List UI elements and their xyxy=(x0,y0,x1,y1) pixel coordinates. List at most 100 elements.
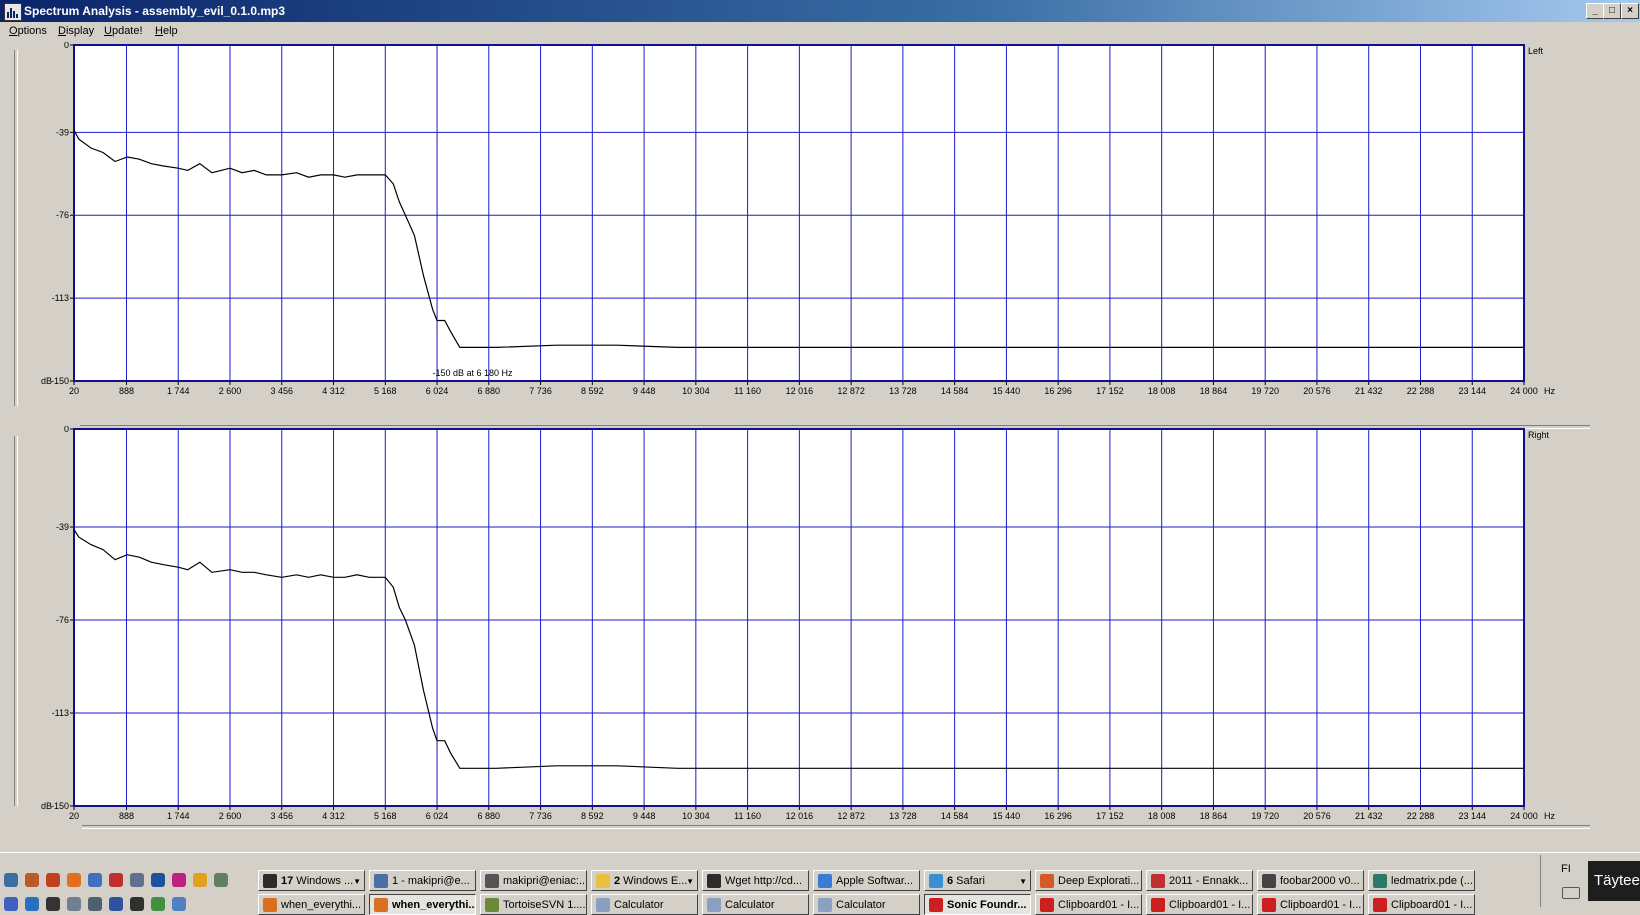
taskbar-button-label: Clipboard01 - I... xyxy=(1058,895,1139,914)
taskbar-button[interactable]: TortoiseSVN 1.... xyxy=(480,894,587,915)
language-indicator[interactable]: FI xyxy=(1561,863,1571,875)
illustrator-icon[interactable] xyxy=(193,873,207,887)
keyboard-icon[interactable] xyxy=(1562,887,1580,899)
rss-icon[interactable] xyxy=(109,873,123,887)
taskbar-button[interactable]: Clipboard01 - I... xyxy=(1035,894,1142,915)
taskbar-button[interactable]: Clipboard01 - I... xyxy=(1146,894,1253,915)
x-tick-label: 6 880 xyxy=(478,811,501,821)
taskbar-button[interactable]: ledmatrix.pde (... xyxy=(1368,870,1475,891)
taskbar-button-text: Apple Softwar... xyxy=(836,875,914,887)
taskbar-button-label: makipri@eniac:... xyxy=(503,871,586,890)
x-tick-label: 20 576 xyxy=(1303,386,1331,396)
x-tick-label: 3 456 xyxy=(270,811,293,821)
show-desktop-button[interactable]: Täytee xyxy=(1588,861,1640,901)
y-tick-label: 0 xyxy=(64,426,69,434)
x-tick-label: 20 xyxy=(69,386,79,396)
taskbar-button[interactable]: makipri@eniac:... xyxy=(480,870,587,891)
x-tick-label: 21 432 xyxy=(1355,386,1383,396)
photoshop-icon[interactable] xyxy=(151,873,165,887)
x-tick-label: 13 728 xyxy=(889,811,917,821)
taskbar-button-label: Calculator xyxy=(614,895,664,914)
taskbar-button[interactable]: when_everythi... xyxy=(258,894,365,915)
y-tick-label: -39 xyxy=(56,127,69,137)
minimize-button[interactable]: _ xyxy=(1586,3,1604,19)
right-channel-scrollbar[interactable] xyxy=(82,825,1590,829)
recycle-icon[interactable] xyxy=(214,873,228,887)
maximize-button[interactable]: □ xyxy=(1603,3,1621,19)
taskbar-button[interactable]: Deep Explorati... xyxy=(1035,870,1142,891)
taskbar-button[interactable]: 2011 - Ennakk... xyxy=(1146,870,1253,891)
x-tick-label: 888 xyxy=(119,811,134,821)
taskbar-button-label: Apple Softwar... xyxy=(836,871,914,890)
taskbar-button[interactable]: Calculator xyxy=(702,894,809,915)
menu-options[interactable]: Options xyxy=(9,25,47,37)
taskbar-button-label: Wget http://cd... xyxy=(725,871,802,890)
channel-label: Left xyxy=(1528,46,1544,56)
app-icon xyxy=(374,874,388,888)
menu-help[interactable]: Help xyxy=(155,25,178,37)
taskbar-button-text: Safari xyxy=(953,875,985,887)
taskbar-button[interactable]: 6 Safari ▼ xyxy=(924,870,1031,891)
taskbar-button[interactable]: Apple Softwar... xyxy=(813,870,920,891)
taskbar-button[interactable]: Wget http://cd... xyxy=(702,870,809,891)
taskbar-button[interactable]: 1 - makipri@e... xyxy=(369,870,476,891)
taskbar-button[interactable]: when_everythi... xyxy=(369,894,476,915)
taskbar: 17 Windows ... ▼ 1 - makipri@e... makipri@e… xyxy=(0,852,1640,915)
y-unit-label: dB xyxy=(41,376,52,386)
app-icon xyxy=(707,898,721,912)
taskbar-button-text: Windows ... xyxy=(293,875,354,887)
taskbar-button[interactable]: Sonic Foundr... xyxy=(924,894,1031,915)
taskbar-button[interactable]: Clipboard01 - I... xyxy=(1368,894,1475,915)
web-icon[interactable] xyxy=(88,873,102,887)
shield-icon[interactable] xyxy=(130,873,144,887)
taskbar-button-label: Calculator xyxy=(725,895,775,914)
title-bar[interactable]: Spectrum Analysis - assembly_evil_0.1.0.… xyxy=(0,0,1640,22)
app-icon xyxy=(1151,874,1165,888)
x-tick-label: 12 016 xyxy=(786,386,814,396)
group-dropdown-icon: ▼ xyxy=(686,877,694,886)
x-tick-label: 12 872 xyxy=(837,386,865,396)
taskbar-button-label: ledmatrix.pde (... xyxy=(1391,871,1473,890)
firefox-icon[interactable] xyxy=(67,873,81,887)
y-tick-label: 0 xyxy=(64,42,69,50)
x-tick-label: 21 432 xyxy=(1355,811,1383,821)
taskbar-button-label: Clipboard01 - I... xyxy=(1280,895,1361,914)
taskbar-button-label: 1 - makipri@e... xyxy=(392,871,470,890)
x-tick-label: 20 576 xyxy=(1303,811,1331,821)
explorer-icon[interactable] xyxy=(4,873,18,887)
x-tick-label: 10 304 xyxy=(682,386,710,396)
left-channel-spectrum-chart[interactable]: 20 888 1 744 2 600 3 456 4 312 5 168 6 024 6 880… xyxy=(0,42,1640,422)
taskbar-button[interactable]: Calculator xyxy=(813,894,920,915)
x-tick-label: 18 008 xyxy=(1148,811,1176,821)
menu-update[interactable]: Update! xyxy=(104,25,143,37)
taskbar-button-text: Calculator xyxy=(725,899,775,911)
taskbar-button-label: foobar2000 v0... xyxy=(1280,871,1360,890)
taskbar-button[interactable]: foobar2000 v0... xyxy=(1257,870,1364,891)
right-channel-spectrum-chart[interactable]: 20 888 1 744 2 600 3 456 4 312 5 168 6 024 6 880… xyxy=(0,426,1640,826)
y-tick-label: -150 xyxy=(51,801,69,811)
x-tick-label: 18 864 xyxy=(1200,811,1228,821)
taskbar-button-label: 2 Windows E... xyxy=(614,871,687,890)
app-icon xyxy=(485,874,499,888)
y-tick-label: -113 xyxy=(52,293,69,303)
ubuntu-icon[interactable] xyxy=(46,873,60,887)
y-tick-label: -39 xyxy=(56,522,69,532)
taskbar-button-label: 6 Safari xyxy=(947,871,985,890)
x-unit-label: Hz xyxy=(1544,386,1555,396)
taskbar-button[interactable]: Clipboard01 - I... xyxy=(1257,894,1364,915)
x-tick-label: 17 152 xyxy=(1096,386,1124,396)
taskbar-button-label: Sonic Foundr... xyxy=(947,895,1026,914)
taskbar-button-text: when_everythi... xyxy=(281,899,362,911)
taskbar-button-text: foobar2000 v0... xyxy=(1280,875,1360,887)
taskbar-button[interactable]: 17 Windows ... ▼ xyxy=(258,870,365,891)
x-tick-label: 11 160 xyxy=(734,386,761,396)
close-button[interactable]: × xyxy=(1621,3,1639,19)
x-tick-label: 13 728 xyxy=(889,386,917,396)
menu-display[interactable]: Display xyxy=(58,25,94,37)
indesign-icon[interactable] xyxy=(172,873,186,887)
taskbar-button[interactable]: Calculator xyxy=(591,894,698,915)
app-icon xyxy=(263,898,277,912)
network-icon[interactable] xyxy=(25,873,39,887)
taskbar-button-text: when_everythi... xyxy=(392,899,476,911)
taskbar-button[interactable]: 2 Windows E... ▼ xyxy=(591,870,698,891)
